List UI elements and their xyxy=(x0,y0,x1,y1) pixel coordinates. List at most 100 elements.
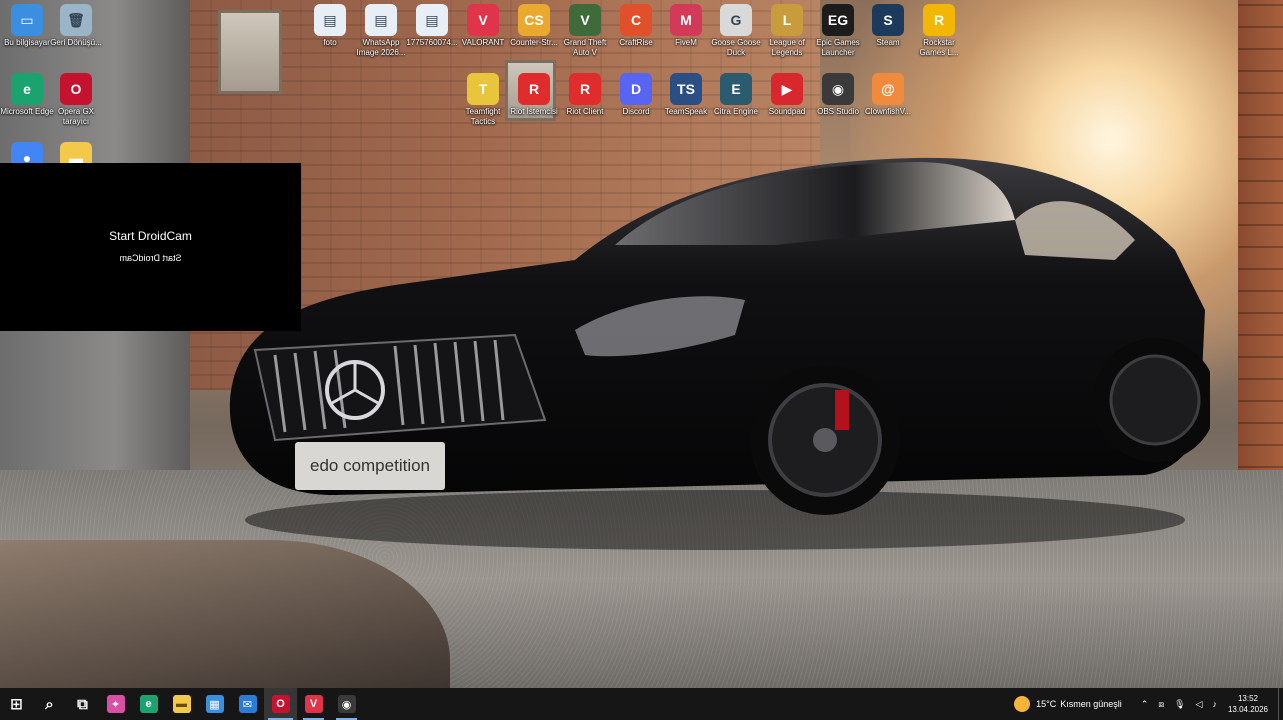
outlook-button[interactable]: ✉ xyxy=(231,688,264,720)
desktop-icon[interactable]: L League of Legends xyxy=(762,4,812,58)
desktop-icon-label: VALORANT xyxy=(461,38,505,47)
obs-taskbar-button[interactable]: ◉ xyxy=(330,688,363,720)
microphone-icon[interactable]: 🎙︎ xyxy=(1174,699,1185,710)
clock[interactable]: 13:52 13.04.2026 xyxy=(1228,693,1268,715)
desktop-icon[interactable]: e Microsoft Edge xyxy=(0,73,54,117)
edge-icon: e xyxy=(139,695,158,713)
tft-icon: T xyxy=(467,73,499,105)
valorant-taskbar-button[interactable]: V xyxy=(297,688,330,720)
recycle-bin-icon: 🗑︎ xyxy=(60,4,92,36)
desktop-icon[interactable]: 🗑︎ Geri Dönüşü... xyxy=(50,4,102,48)
task-view-icon: ⧉ xyxy=(77,695,88,713)
image-file-icon: ▤ xyxy=(416,4,448,36)
taskbar: ⊞ ⌕ ⧉ ✦ e ▬ ▦ ✉ O V ◉ 15°C Kısmen güneşli ⌃ ⧈ 🎙︎ ◁… xyxy=(0,688,1283,720)
search-button[interactable]: ⌕ xyxy=(33,688,66,720)
steam-icon: S xyxy=(872,4,904,36)
windows-icon: ⊞ xyxy=(10,696,23,713)
droidcam-preview-window[interactable]: Start DroidCam Start DroidCam xyxy=(0,163,301,331)
show-desktop-button[interactable] xyxy=(1278,688,1283,720)
desktop-icon-label: Teamfight Tactics xyxy=(465,107,501,126)
valorant-icon: V xyxy=(467,4,499,36)
desktop-icon[interactable]: O Opera GX tarayıcı xyxy=(51,73,101,127)
copilot-button[interactable]: ✦ xyxy=(99,688,132,720)
desktop-icon[interactable]: R Rockstar Games L... xyxy=(914,4,964,58)
desktop-icon[interactable]: ▤ WhatsApp Image 2026... xyxy=(356,4,406,58)
taskbar-buttons: ⊞ ⌕ ⧉ ✦ e ▬ ▦ ✉ O V ◉ xyxy=(0,688,363,720)
soundpad-icon: ▶ xyxy=(771,73,803,105)
desktop-icon[interactable]: C CraftRise xyxy=(611,4,661,48)
image-file-icon: ▤ xyxy=(365,4,397,36)
system-tray: 15°C Kısmen güneşli ⌃ ⧈ 🎙︎ ◁ ♪ 13:52 13.… xyxy=(1014,688,1283,720)
goose-icon: G xyxy=(720,4,752,36)
desktop-icon[interactable]: G Goose Goose Duck xyxy=(711,4,761,58)
craftrise-icon: C xyxy=(620,4,652,36)
chevron-up-icon[interactable]: ⌃ xyxy=(1141,699,1149,710)
desktop-icon[interactable]: @ ClownfishV... xyxy=(863,73,913,117)
fivem-icon: M xyxy=(670,4,702,36)
desktop-icon[interactable]: R Riot İstemcisi xyxy=(509,73,559,117)
store-button[interactable]: ▦ xyxy=(198,688,231,720)
desktop-icon[interactable]: E Citra Engine xyxy=(711,73,761,117)
obs-icon: ◉ xyxy=(822,73,854,105)
desktop-icon[interactable]: TS TeamSpeak xyxy=(661,73,711,117)
desktop-icon[interactable]: D Discord xyxy=(611,73,661,117)
desktop-icon[interactable]: S Steam xyxy=(863,4,913,48)
desktop-icon[interactable]: EG Epic Games Launcher xyxy=(813,4,863,58)
clownfish-icon: @ xyxy=(872,73,904,105)
obs-icon: ◉ xyxy=(337,695,356,713)
desktop-icon[interactable]: R Riot Client xyxy=(560,73,610,117)
desktop-icon[interactable]: ▤ 1775760074... xyxy=(406,4,458,48)
gta-icon: V xyxy=(569,4,601,36)
discord-icon: D xyxy=(620,73,652,105)
desktop-icon[interactable]: T Teamfight Tactics xyxy=(458,73,508,127)
desktop-icon-label: Grand Theft Auto V xyxy=(563,38,607,57)
file-explorer-button[interactable]: ▬ xyxy=(165,688,198,720)
riot-icon: R xyxy=(569,73,601,105)
computer-icon: ▭ xyxy=(11,4,43,36)
desktop-icon-label: Geri Dönüşü... xyxy=(50,38,102,47)
wallpaper-window xyxy=(218,10,282,94)
teamspeak-icon: TS xyxy=(670,73,702,105)
valorant-icon: V xyxy=(304,695,323,713)
desktop-icon-label: Rockstar Games L... xyxy=(919,38,959,57)
start-button[interactable]: ⊞ xyxy=(0,688,33,720)
desktop-icon[interactable]: CS Counter-Str... xyxy=(509,4,559,48)
network-icon[interactable]: ⧈ xyxy=(1158,699,1164,710)
desktop-icon-label: Opera GX tarayıcı xyxy=(57,107,94,126)
clock-time: 13:52 xyxy=(1237,694,1258,703)
desktop-icon[interactable]: ▤ foto xyxy=(305,4,355,48)
desktop-icon-label: ClownfishV... xyxy=(865,107,911,116)
rockstar-icon: R xyxy=(923,4,955,36)
engine-icon: E xyxy=(720,73,752,105)
desktop-icon-label: Counter-Str... xyxy=(510,38,558,47)
speaker-icon[interactable]: ♪ xyxy=(1212,699,1217,709)
desktop-icon-label: Soundpad xyxy=(768,107,806,116)
sun-cloud-icon[interactable] xyxy=(1014,696,1031,712)
desktop-icon[interactable]: ▭ Bu bilgisayar xyxy=(2,4,52,48)
desktop-icon[interactable]: ▶ Soundpad xyxy=(762,73,812,117)
volume-icon[interactable]: ◁ xyxy=(1196,699,1203,710)
wallpaper-car: edo competition xyxy=(229,157,1210,550)
desktop-icon[interactable]: V Grand Theft Auto V xyxy=(560,4,610,58)
desktop-icon-label: Riot İstemcisi xyxy=(510,107,558,116)
riot-icon: R xyxy=(518,73,550,105)
opera-gx-icon: O xyxy=(60,73,92,105)
desktop-icon-label: WhatsApp Image 2026... xyxy=(356,38,406,57)
desktop-icon[interactable]: ◉ OBS Studio xyxy=(813,73,863,117)
desktop-icon-label: Riot Client xyxy=(566,107,604,116)
desktop-icon-label: 1775760074... xyxy=(406,38,458,47)
edge-icon: e xyxy=(11,73,43,105)
mail-icon: ✉ xyxy=(238,695,257,713)
desktop-icon-label: Steam xyxy=(876,38,900,47)
desktop-icon[interactable]: V VALORANT xyxy=(458,4,508,48)
image-file-icon: ▤ xyxy=(314,4,346,36)
copilot-icon: ✦ xyxy=(106,695,125,713)
desktop-icon[interactable]: M FiveM xyxy=(661,4,711,48)
weather-temp[interactable]: 15°C xyxy=(1036,699,1056,709)
opera-gx-taskbar-button[interactable]: O xyxy=(264,688,297,720)
task-view-button[interactable]: ⧉ xyxy=(66,688,99,720)
weather-description[interactable]: Kısmen güneşli xyxy=(1060,699,1122,709)
store-icon: ▦ xyxy=(205,695,224,713)
search-icon: ⌕ xyxy=(45,695,54,713)
edge-taskbar-button[interactable]: e xyxy=(132,688,165,720)
